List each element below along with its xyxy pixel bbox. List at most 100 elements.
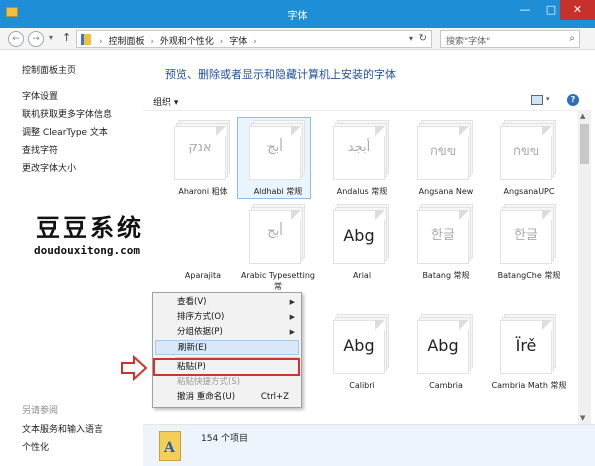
view-options-icon[interactable] [531, 95, 543, 105]
watermark-logo-text: 豆豆系统 [36, 213, 144, 242]
font-sample: 한글 [431, 228, 455, 243]
context-menu: 查看(V) ▶ 排序方式(O) ▶ 分组依据(P) ▶ 刷新(E) 粘贴(P) 粘贴快… [152, 292, 302, 408]
font-name-label: Aharoni 粗体 [178, 187, 228, 196]
page-fold-shape [542, 210, 552, 220]
font-name-label: Cambria [429, 381, 463, 390]
organize-menu[interactable]: 组织 ▾ [153, 95, 178, 108]
page-fold-shape [291, 210, 301, 220]
font-name-label: Aldhabi 常规 [253, 187, 303, 196]
font-item[interactable]: 한글 [498, 204, 560, 274]
close-button[interactable]: ✕ [560, 0, 595, 20]
help-icon[interactable]: ? [567, 94, 579, 106]
font-item[interactable]: Ïrě [498, 314, 560, 384]
font-item[interactable]: Abg [415, 314, 477, 384]
scroll-down-icon[interactable]: ▼ [580, 414, 585, 422]
up-button[interactable]: ↑ [62, 31, 71, 44]
recent-locations-dropdown[interactable]: ▾ [49, 33, 53, 42]
font-name-label: BatangChe 常规 [497, 271, 561, 280]
sidebar-item-get-font-info[interactable]: 联机获取更多字体信息 [22, 106, 112, 124]
font-sample: Abg [427, 336, 459, 355]
minimize-button[interactable]: — [512, 0, 538, 20]
font-item[interactable]: กขฃ [415, 120, 477, 190]
search-icon[interactable]: ⌕ [569, 33, 575, 44]
menu-item-group-by[interactable]: 分组依据(P) ▶ [155, 325, 299, 340]
see-also-links: 文本服务和输入语言 个性化 [22, 421, 103, 457]
font-sample: กขฃ [513, 144, 539, 159]
font-name-label: Arabic Typesetting 常 [240, 271, 315, 291]
control-panel-icon [81, 34, 91, 45]
see-also-personalization[interactable]: 个性化 [22, 439, 103, 457]
window-title: 字体 [287, 11, 308, 22]
page-fold-shape [542, 126, 552, 136]
font-name-label: Arial [352, 271, 372, 280]
font-name-label: AngsanaUPC [503, 187, 555, 196]
see-also-text-services[interactable]: 文本服务和输入语言 [22, 421, 103, 439]
page-fold-shape [375, 320, 385, 330]
sidebar-item-find-character[interactable]: 查找字符 [22, 142, 112, 160]
breadcrumb-control-panel[interactable]: 控制面板 [108, 37, 144, 47]
watermark-url: doudouxitong.com [34, 244, 140, 257]
view-dropdown-icon[interactable]: ▾ [546, 95, 550, 103]
font-item[interactable]: กขฃ [498, 120, 560, 190]
page-fold-shape [291, 126, 301, 136]
font-item[interactable]: أبج [247, 120, 309, 190]
page-fold-shape [459, 210, 469, 220]
font-sample: אנק [188, 140, 212, 155]
back-button[interactable]: ← [8, 31, 24, 47]
navigation-bar: ← → ▾ ↑ › 控制面板 › 外观和个性化 › 字体 › ▾ ↻ 搜索"字体… [0, 28, 595, 50]
font-sample: أبجد [347, 140, 371, 155]
status-bar: A 154 个项目 [143, 424, 595, 466]
address-dropdown[interactable]: ▾ [409, 34, 413, 43]
font-name-label: Cambria Math 常规 [491, 381, 567, 390]
scroll-thumb[interactable] [580, 124, 589, 164]
font-item[interactable]: אנק [172, 120, 234, 190]
submenu-arrow-icon: ▶ [289, 313, 295, 321]
menu-item-refresh[interactable]: 刷新(E) [155, 340, 299, 355]
font-sample: 한글 [514, 228, 538, 243]
page-fold-shape [375, 210, 385, 220]
font-sample: Abg [343, 226, 375, 245]
submenu-arrow-icon: ▶ [289, 328, 295, 336]
page-fold-shape [375, 126, 385, 136]
page-title: 预览、删除或者显示和隐藏计算机上安装的字体 [165, 68, 396, 81]
menu-item-view[interactable]: 查看(V) ▶ [155, 295, 299, 310]
page-fold-shape [459, 320, 469, 330]
search-box[interactable]: 搜索"字体" ⌕ [440, 30, 580, 48]
page-fold-shape [459, 126, 469, 136]
font-sample: أبج [267, 140, 283, 155]
vertical-scrollbar[interactable]: ▲ ▼ [578, 110, 591, 424]
font-item[interactable]: أبج [247, 204, 309, 274]
item-count: 154 个项目 [201, 434, 249, 444]
fonts-folder-icon: A [159, 431, 181, 461]
page-fold-shape [216, 126, 226, 136]
font-item[interactable]: Abg [331, 314, 393, 384]
refresh-icon[interactable]: ↻ [419, 33, 427, 44]
submenu-arrow-icon: ▶ [289, 298, 295, 306]
undo-shortcut: Ctrl+Z [260, 392, 289, 402]
forward-button[interactable]: → [28, 31, 44, 47]
font-item[interactable]: Abg [331, 204, 393, 274]
font-name-label: Angsana New [418, 187, 474, 196]
sidebar-item-cleartype[interactable]: 调整 ClearType 文本 [22, 124, 112, 142]
font-name-label: Aparajita [184, 271, 222, 280]
toolbar: 组织 ▾ ▾ ? [143, 91, 583, 111]
font-name-label: Batang 常规 [422, 271, 470, 280]
font-sample: Ïrě [515, 336, 537, 355]
breadcrumb-fonts[interactable]: 字体 [229, 37, 247, 47]
address-bar[interactable]: › 控制面板 › 外观和个性化 › 字体 › ▾ ↻ [76, 30, 432, 48]
title-bar: 字体 — □ ✕ [0, 0, 595, 28]
breadcrumb: › 控制面板 › 外观和个性化 › 字体 › [99, 37, 257, 47]
breadcrumb-appearance[interactable]: 外观和个性化 [160, 37, 214, 47]
sidebar-item-font-settings[interactable]: 字体设置 [22, 88, 112, 106]
search-input[interactable]: 搜索"字体" [446, 34, 490, 47]
page-fold-shape [542, 320, 552, 330]
sidebar-home-link[interactable]: 控制面板主页 [22, 63, 76, 76]
menu-item-undo-rename[interactable]: 撤消 重命名(U) Ctrl+Z [155, 390, 299, 405]
sidebar-item-font-size[interactable]: 更改字体大小 [22, 160, 112, 178]
font-item[interactable]: 한글 [415, 204, 477, 274]
scroll-up-icon[interactable]: ▲ [580, 112, 585, 120]
font-item[interactable]: أبجد [331, 120, 393, 190]
menu-item-sort-by[interactable]: 排序方式(O) ▶ [155, 310, 299, 325]
watermark: 豆豆系统 doudouxitong.com [0, 200, 230, 270]
font-sample: กขฃ [430, 144, 456, 159]
